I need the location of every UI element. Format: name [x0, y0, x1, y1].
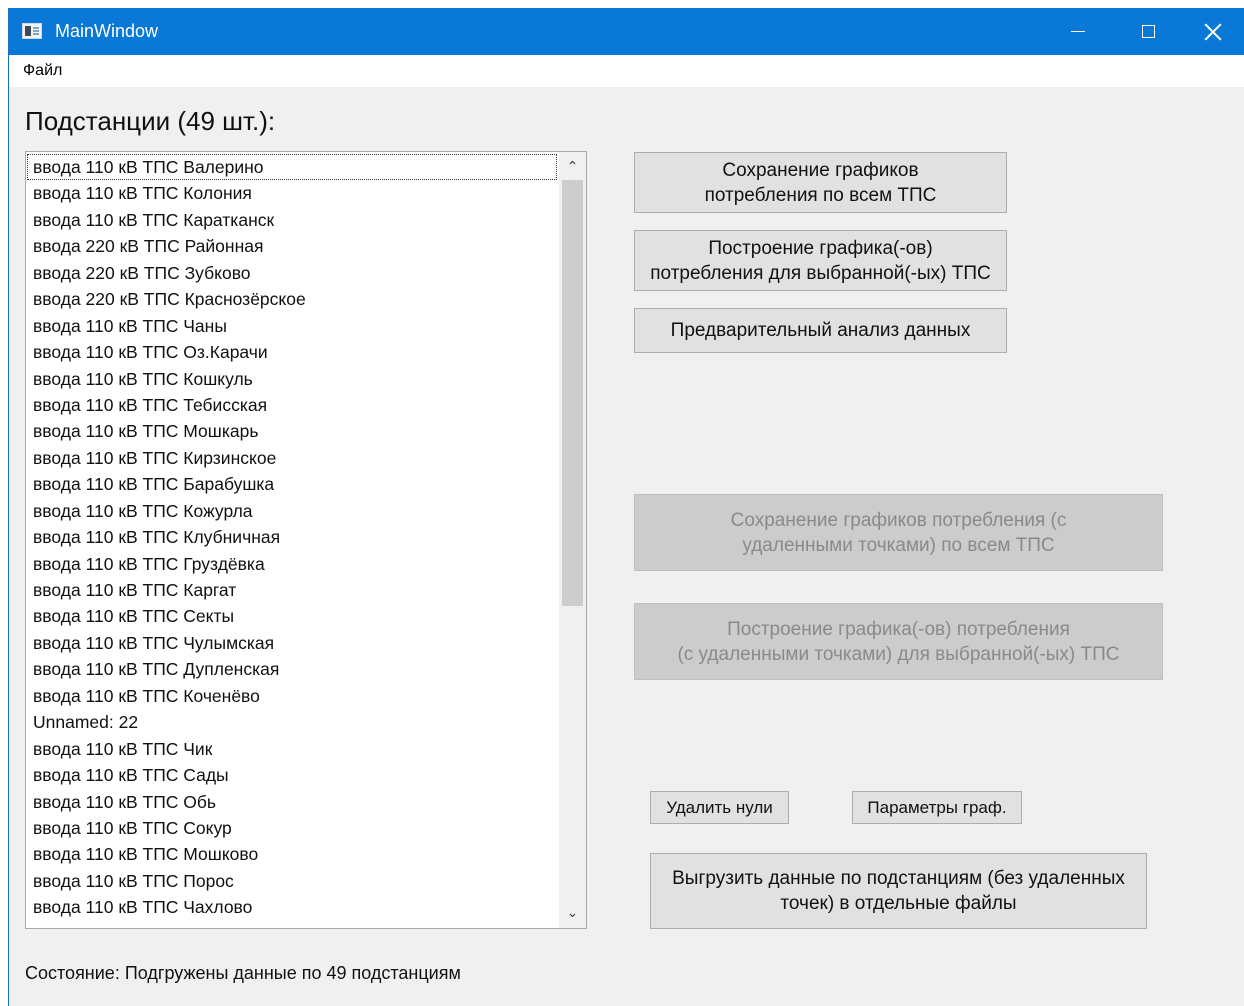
list-item[interactable]: ввода 110 кВ ТПС Чулымская — [27, 630, 557, 656]
delete-zeros-button[interactable]: Удалить нули — [650, 791, 789, 824]
list-item[interactable]: ввода 110 кВ ТПС Тебисская — [27, 392, 557, 418]
minimize-button[interactable] — [1043, 8, 1113, 55]
main-window: MainWindow Файл Подстанции (49 шт.): вво… — [8, 8, 1244, 1006]
list-item[interactable]: ввода 110 кВ ТПС Секты — [27, 603, 557, 629]
list-item[interactable]: ввода 110 кВ ТПС Кирзинское — [27, 445, 557, 471]
list-item[interactable]: ввода 110 кВ ТПС Барабушка — [27, 471, 557, 497]
list-item[interactable]: ввода 110 кВ ТПС Мошкарь — [27, 418, 557, 444]
list-item[interactable]: ввода 110 кВ ТПС Груздёвка — [27, 551, 557, 577]
plot-selected-button[interactable]: Построение графика(-ов) потребления для … — [634, 230, 1007, 291]
close-button[interactable] — [1181, 8, 1244, 55]
list-item[interactable]: ввода 110 кВ ТПС Клубничная — [27, 524, 557, 550]
close-icon — [1204, 23, 1222, 41]
list-item[interactable]: ввода 110 кВ ТПС Сокур — [27, 815, 557, 841]
plot-removed-points-button[interactable]: Построение графика(-ов) потребления (с у… — [634, 603, 1163, 680]
scroll-down-icon[interactable]: ⌄ — [559, 900, 586, 926]
maximize-button[interactable] — [1113, 8, 1183, 55]
list-item[interactable]: ввода 220 кВ ТПС Районная — [27, 233, 557, 259]
stations-header: Подстанции (49 шт.): — [25, 106, 276, 136]
menu-bar: Файл — [9, 55, 1244, 87]
list-item[interactable]: ввода 110 кВ ТПС Порос — [27, 868, 557, 894]
title-bar[interactable]: MainWindow — [9, 8, 1244, 55]
vertical-scrollbar[interactable]: ⌃ ⌄ — [559, 152, 586, 928]
list-item[interactable]: ввода 110 кВ ТПС Кожурла — [27, 498, 557, 524]
export-data-button[interactable]: Выгрузить данные по подстанциям (без уда… — [650, 853, 1147, 929]
list-item[interactable]: ввода 110 кВ ТПС Мошково — [27, 841, 557, 867]
scroll-thumb[interactable] — [562, 180, 583, 606]
list-item[interactable]: ввода 110 кВ ТПС Чахлово — [27, 894, 557, 920]
list-item[interactable]: Unnamed: 22 — [27, 709, 557, 735]
stations-list[interactable]: ввода 110 кВ ТПС Валерино ввода 110 кВ ТП… — [25, 151, 587, 929]
list-item[interactable]: ввода 220 кВ ТПС Зубково — [27, 260, 557, 286]
list-item[interactable]: ввода 110 кВ ТПС Каргат — [27, 577, 557, 603]
stations-list-items: ввода 110 кВ ТПС Валерино ввода 110 кВ ТП… — [27, 154, 557, 921]
list-item[interactable]: ввода 110 кВ ТПС Чаны — [27, 313, 557, 339]
preliminary-analysis-button[interactable]: Предварительный анализ данных — [634, 308, 1007, 353]
window-title: MainWindow — [55, 21, 159, 41]
list-item[interactable]: ввода 110 кВ ТПС Сады — [27, 762, 557, 788]
list-item[interactable]: ввода 110 кВ ТПС Валерино — [27, 154, 557, 181]
menu-file[interactable]: Файл — [23, 62, 62, 80]
list-item[interactable]: ввода 220 кВ ТПС Краснозёрское — [27, 286, 557, 312]
minimize-icon — [1071, 30, 1085, 33]
list-item[interactable]: ввода 110 кВ ТПС Дупленская — [27, 656, 557, 682]
save-removed-points-button[interactable]: Сохранение графиков потребления (с удале… — [634, 494, 1163, 571]
scroll-up-icon[interactable]: ⌃ — [559, 154, 586, 180]
maximize-icon — [1141, 25, 1155, 38]
app-window-icon — [22, 23, 42, 39]
list-item[interactable]: ввода 110 кВ ТПС Кошкуль — [27, 366, 557, 392]
save-all-charts-button[interactable]: Сохранение графиков потребления по всем … — [634, 152, 1007, 213]
status-text: Состояние: Подгружены данные по 49 подст… — [25, 963, 461, 983]
list-item[interactable]: ввода 110 кВ ТПС Обь — [27, 789, 557, 815]
list-item[interactable]: ввода 110 кВ ТПС Коченёво — [27, 683, 557, 709]
list-item[interactable]: ввода 110 кВ ТПС Каратканск — [27, 207, 557, 233]
list-item[interactable]: ввода 110 кВ ТПС Колония — [27, 180, 557, 206]
list-item[interactable]: ввода 110 кВ ТПС Чик — [27, 736, 557, 762]
list-item[interactable]: ввода 110 кВ ТПС Оз.Карачи — [27, 339, 557, 365]
plot-params-button[interactable]: Параметры граф. — [852, 791, 1022, 824]
